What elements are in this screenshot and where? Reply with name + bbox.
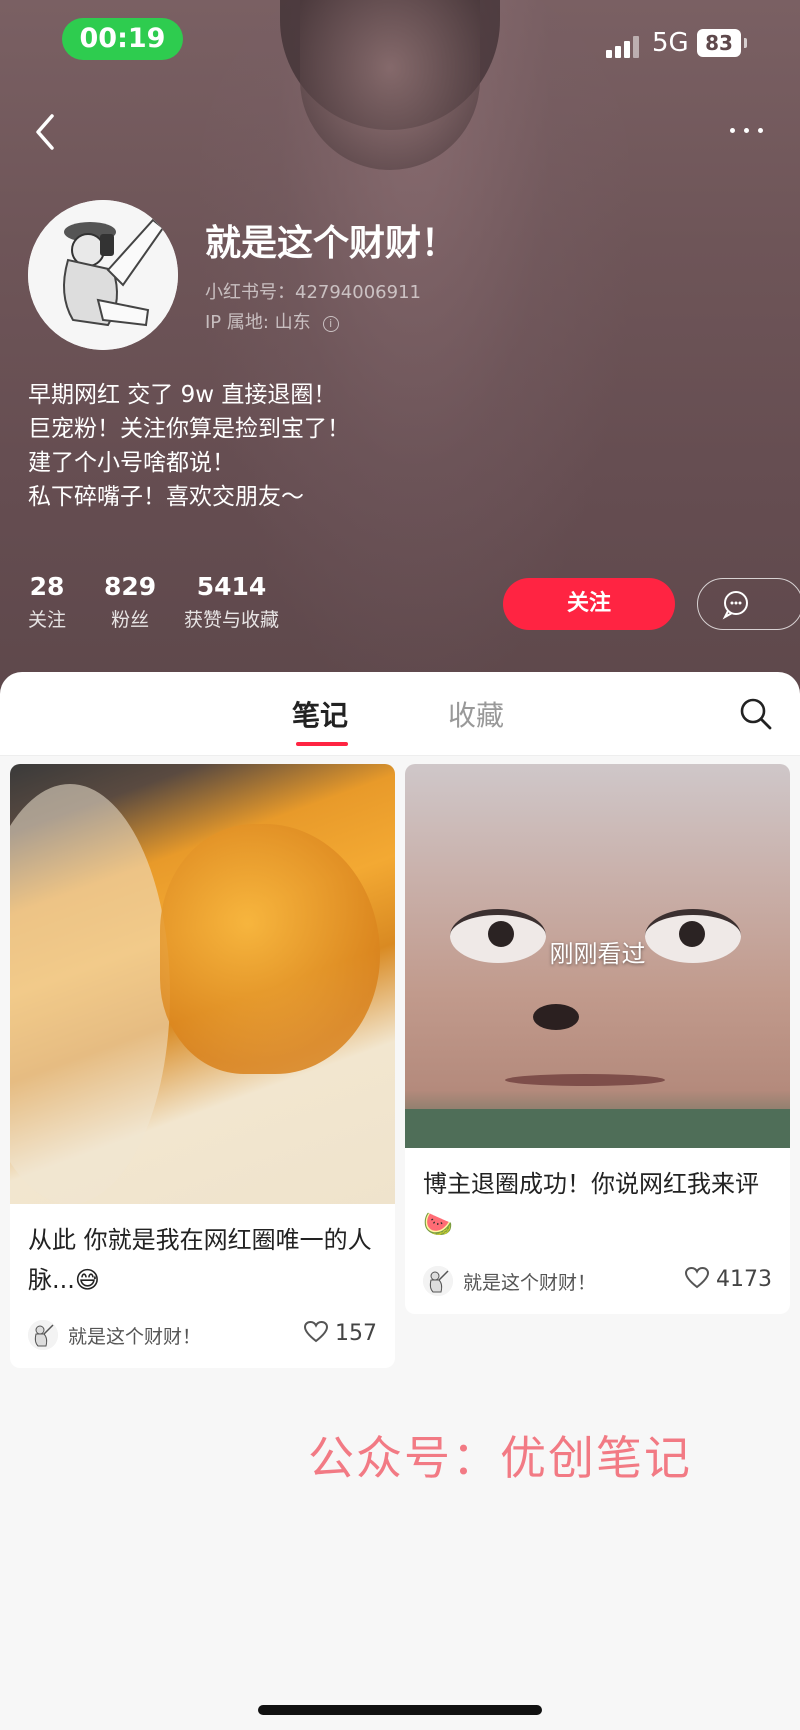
stat-label: 获赞与收藏	[184, 609, 280, 631]
recently-viewed-label: 刚刚看过	[549, 940, 646, 968]
info-icon[interactable]: i	[322, 316, 339, 332]
image-nose	[533, 1004, 579, 1030]
content-tabs: 笔记 收藏	[0, 672, 800, 756]
image-bowl	[10, 784, 170, 1204]
status-bar: 00:19 5G 83	[0, 0, 800, 90]
note-card[interactable]: 刚刚看过 博主退圈成功！你说网红我来评 🍉 就是这个财财！ 4173	[405, 764, 790, 1314]
stat-value: 5414	[196, 572, 267, 601]
note-footer: 就是这个财财！ 4173	[423, 1264, 772, 1298]
note-cover-image	[10, 764, 395, 1204]
note-card[interactable]: 从此 你就是我在网红圈唯一的人脉...😅 就是这个财财！ 157	[10, 764, 395, 1368]
author-name[interactable]: 就是这个财财！	[68, 1322, 201, 1349]
profile-ip-location: IP 属地: 山东 i	[205, 308, 339, 334]
note-title: 从此 你就是我在网红圈唯一的人脉...😅	[28, 1226, 372, 1294]
more-dots-icon[interactable]	[722, 118, 772, 144]
back-arrow-icon[interactable]	[28, 108, 64, 156]
avatar[interactable]	[28, 200, 178, 350]
profile-ip-label: IP 属地: 山东	[205, 312, 311, 333]
author-avatar[interactable]	[28, 1320, 58, 1350]
search-icon[interactable]	[738, 696, 774, 732]
like-count[interactable]: 157	[303, 1320, 377, 1346]
profile-name: 就是这个财财！	[205, 223, 458, 264]
bio-line: 建了个小号啥都说！	[28, 450, 235, 476]
battery-icon: 83	[697, 29, 741, 57]
tab-active-indicator	[296, 742, 348, 746]
watermark-text: 公众号：优创笔记	[308, 1431, 692, 1485]
tab-collections[interactable]: 收藏	[448, 694, 504, 734]
image-collar	[405, 1109, 790, 1148]
status-time: 00:19	[62, 18, 183, 60]
image-cabbage	[160, 824, 380, 1074]
heart-icon	[684, 1266, 710, 1289]
home-indicator[interactable]	[258, 1705, 542, 1715]
bio-line: 私下碎嘴子！喜欢交朋友～	[28, 484, 304, 510]
profile-bio: 早期网红 交了 9w 直接退圈！ 巨宠粉！关注你算是捡到宝了！ 建了个小号啥都说…	[28, 378, 350, 514]
message-button[interactable]	[697, 578, 800, 630]
bio-line: 早期网红 交了 9w 直接退圈！	[28, 382, 337, 408]
stat-label: 粉丝	[111, 609, 150, 631]
profile-id: 小红书号：42794006911	[205, 282, 421, 303]
note-cover-image: 刚刚看过	[405, 764, 790, 1148]
battery-tip	[744, 38, 747, 48]
like-count[interactable]: 4173	[684, 1266, 772, 1292]
signal-icon	[606, 36, 642, 58]
image-mouth	[505, 1074, 665, 1086]
stat-following[interactable]: 28 关注	[28, 572, 66, 632]
follow-button[interactable]: 关注	[503, 578, 675, 630]
like-count-value: 4173	[716, 1267, 772, 1292]
stat-value: 28	[29, 572, 65, 601]
network-type: 5G	[652, 28, 689, 58]
author-avatar[interactable]	[423, 1266, 453, 1296]
stat-label: 关注	[28, 609, 67, 631]
note-footer: 就是这个财财！ 157	[28, 1318, 377, 1352]
stat-followers[interactable]: 829 粉丝	[104, 572, 156, 632]
chat-icon	[722, 591, 748, 620]
stat-value: 829	[104, 572, 157, 601]
bio-line: 巨宠粉！关注你算是捡到宝了！	[28, 416, 350, 442]
note-title: 博主退圈成功！你说网红我来评 🍉	[423, 1170, 759, 1238]
stat-likes-collects[interactable]: 5414 获赞与收藏	[184, 572, 279, 632]
heart-icon	[303, 1320, 329, 1343]
like-count-value: 157	[335, 1321, 377, 1346]
tab-notes[interactable]: 笔记	[292, 694, 348, 734]
author-name[interactable]: 就是这个财财！	[463, 1268, 596, 1295]
